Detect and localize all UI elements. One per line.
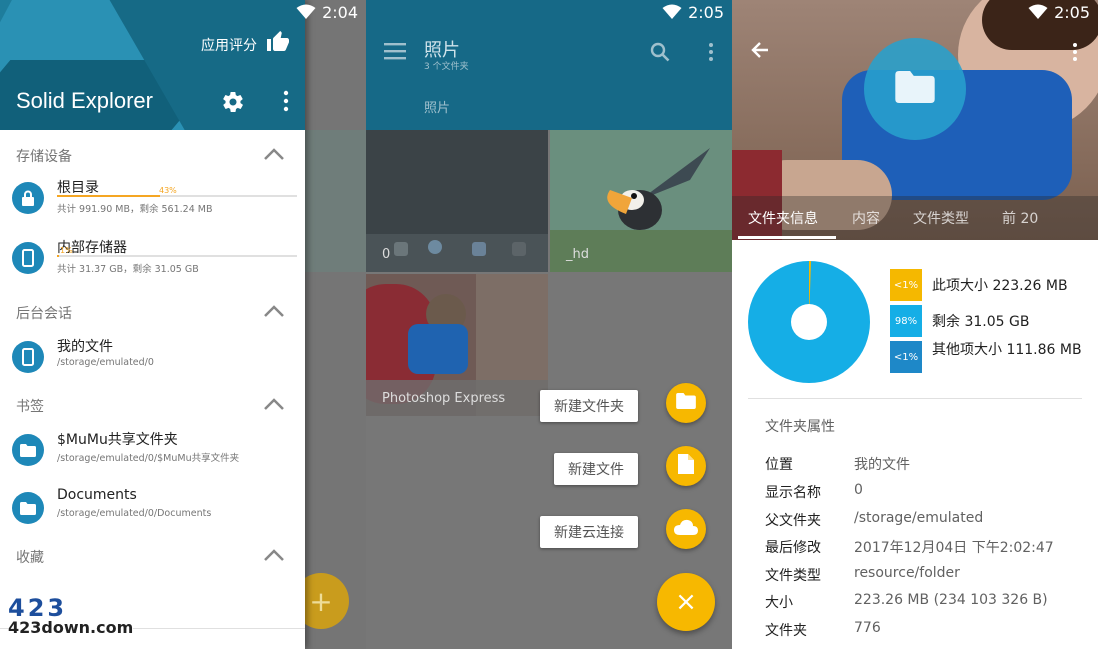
more-vert-icon[interactable] [708, 42, 714, 66]
status-bar: 2:04 [296, 0, 366, 24]
breadcrumb[interactable]: 照片 [424, 97, 450, 116]
prop-value: 2017年12月04日 下午2:02:47 [854, 540, 1054, 556]
wifi-icon [1028, 4, 1048, 19]
usage-pie-chart [748, 260, 870, 387]
new-folder-label[interactable]: 新建文件夹 [540, 390, 638, 422]
chevron-up-icon[interactable] [263, 547, 285, 566]
status-bar: 2:05 [1028, 0, 1098, 24]
folder-icon [676, 393, 696, 413]
divider [748, 398, 1082, 399]
header-image: 文件夹信息 内容 文件类型 前 20 [732, 0, 1098, 240]
chevron-up-icon[interactable] [263, 146, 285, 165]
chevron-up-icon[interactable] [263, 303, 285, 322]
prop-value: 223.26 MB (234 103 326 B) [854, 592, 1048, 608]
tab-content[interactable]: 内容 [852, 208, 880, 228]
legend-badge: <1% [890, 341, 922, 373]
status-bar: 2:05 [662, 0, 732, 24]
close-fab-button[interactable]: × [657, 573, 715, 631]
wifi-icon [662, 4, 682, 19]
prop-value: resource/folder [854, 565, 960, 581]
legend-badge: 98% [890, 305, 922, 337]
watermark: 423 423down.com [8, 594, 134, 642]
toolbar-subtitle: 3 个文件夹 [424, 62, 469, 72]
background-content [305, 130, 366, 272]
photos-screen: 照片 3 个文件夹 照片 0 _hd Photoshop Express 新建文… [366, 0, 732, 649]
usage-bar [57, 255, 297, 257]
new-cloud-button[interactable] [666, 509, 706, 549]
tab-top20[interactable]: 前 20 [1002, 208, 1038, 228]
tab-file-types[interactable]: 文件类型 [913, 208, 969, 228]
chevron-up-icon[interactable] [263, 396, 285, 415]
more-vert-icon[interactable] [283, 90, 289, 116]
folder-info-screen: 文件夹信息 内容 文件类型 前 20 <1% 此项大小 223.26 MB 98… [732, 0, 1098, 649]
prop-value: /storage/emulated [854, 510, 984, 526]
menu-icon[interactable] [384, 42, 406, 64]
tab-folder-info[interactable]: 文件夹信息 [748, 208, 818, 228]
app-title: Solid Explorer [16, 88, 153, 113]
legend-item-free: 剩余 31.05 GB [932, 314, 1030, 330]
section-sessions[interactable]: 后台会话 [0, 297, 305, 327]
prop-key: 文件类型 [765, 568, 821, 584]
legend-badge: <1% [890, 269, 922, 301]
new-file-label[interactable]: 新建文件 [554, 453, 638, 485]
prop-key: 父文件夹 [765, 513, 821, 529]
prop-key: 显示名称 [765, 485, 821, 501]
bookmark-item-mumu[interactable]: $MuMu共享文件夹 /storage/emulated/0/$MuMu共享文件… [0, 423, 305, 479]
folder-tile-hd[interactable]: _hd [550, 130, 732, 272]
prop-value: 776 [854, 620, 881, 636]
folder-avatar [864, 38, 966, 140]
prop-key: 文件夹 [765, 623, 807, 639]
section-storage[interactable]: 存储设备 [0, 140, 305, 170]
usage-bar [57, 195, 297, 197]
prop-value: 0 [854, 482, 863, 498]
folder-icon [12, 492, 44, 524]
storage-item-root[interactable]: 根目录 43% 共计 991.90 MB，剩余 561.24 MB [0, 171, 305, 227]
drawer-screen: + Solid Explorer 应用评分 存储设备 根目录 43% 共计 99… [0, 0, 366, 649]
new-file-button[interactable] [666, 446, 706, 486]
new-folder-button[interactable] [666, 383, 706, 423]
storage-item-internal[interactable]: 内部存储器 1% 共计 31.37 GB，剩余 31.05 GB [0, 231, 305, 287]
legend-item-size: 此项大小 223.26 MB [932, 278, 1068, 294]
prop-key: 位置 [765, 457, 793, 473]
search-icon[interactable] [650, 42, 670, 66]
navigation-drawer: Solid Explorer 应用评分 存储设备 根目录 43% 共计 991.… [0, 0, 305, 649]
legend-item-other: 其他项大小 111.86 MB [932, 342, 1082, 358]
session-item-myfiles[interactable]: 我的文件 /storage/emulated/0 [0, 330, 305, 386]
folder-tile-photoshop[interactable]: Photoshop Express [366, 274, 548, 416]
folder-icon [895, 71, 935, 107]
wifi-icon [296, 4, 316, 19]
prop-value: 我的文件 [854, 457, 910, 473]
section-favorites[interactable]: 收藏 [0, 541, 305, 571]
folder-icon [12, 434, 44, 466]
phone-icon [12, 242, 44, 274]
settings-gear-icon[interactable] [221, 90, 245, 118]
active-tab-indicator [738, 236, 836, 239]
watermark-text: 423down.com [8, 618, 134, 637]
prop-key: 大小 [765, 595, 793, 611]
cloud-icon [674, 519, 698, 539]
properties-heading: 文件夹属性 [765, 419, 835, 435]
phone-icon [12, 341, 44, 373]
lock-icon [12, 182, 44, 214]
bookmark-item-documents[interactable]: Documents /storage/emulated/0/Documents [0, 481, 305, 537]
section-bookmarks[interactable]: 书签 [0, 390, 305, 420]
drawer-header: Solid Explorer 应用评分 [0, 0, 305, 130]
folder-tile-0[interactable]: 0 [366, 130, 548, 272]
thumbs-up-icon[interactable] [265, 30, 291, 58]
file-icon [678, 454, 694, 478]
more-vert-icon[interactable] [1072, 42, 1078, 66]
prop-key: 最后修改 [765, 540, 821, 556]
back-arrow-icon[interactable] [750, 40, 770, 64]
rate-app-label[interactable]: 应用评分 [201, 35, 257, 55]
new-cloud-label[interactable]: 新建云连接 [540, 516, 638, 548]
